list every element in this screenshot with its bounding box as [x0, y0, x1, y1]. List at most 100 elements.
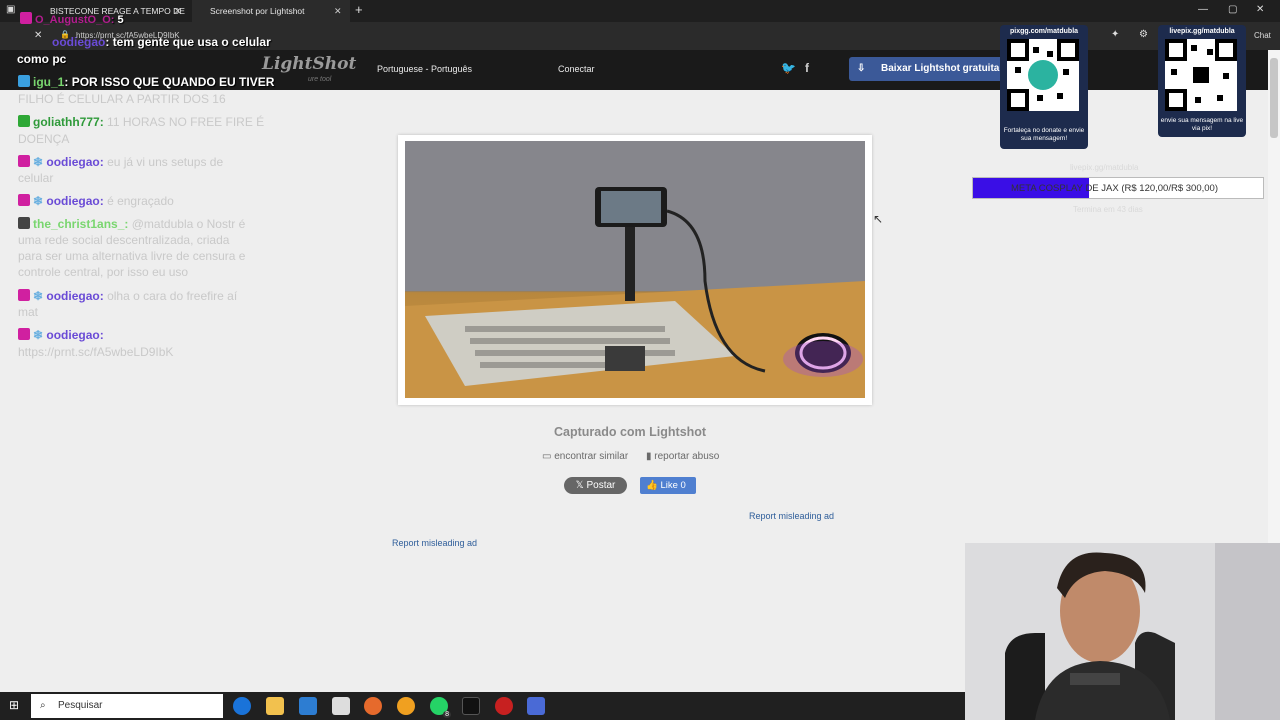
chat-username: goliathh777	[33, 115, 100, 129]
search-placeholder: Pesquisar	[58, 700, 103, 711]
store-icon[interactable]	[299, 697, 317, 715]
maximize-icon[interactable]: ▢	[1228, 4, 1237, 15]
chat-message: ❄ oodiegao:	[18, 328, 104, 342]
download-icon: ⇩	[857, 63, 866, 74]
close-window-icon[interactable]: ✕	[1256, 4, 1264, 15]
webcam-overlay	[965, 543, 1280, 720]
goal-source-label: livepix.gg/matdubla	[1070, 163, 1139, 172]
language-selector[interactable]: Portuguese - Português	[377, 64, 472, 74]
tab-title: Screenshot por Lightshot	[210, 6, 305, 16]
chat-username: oodiegao	[52, 35, 106, 49]
chat-text: 5	[117, 14, 124, 26]
chat-text: eu já vi uns setups de	[107, 155, 224, 169]
minimize-icon[interactable]: —	[1198, 4, 1208, 15]
chat-username: igu_1	[33, 75, 65, 89]
webcam-illustration	[965, 543, 1280, 720]
brave-icon[interactable]	[364, 697, 382, 715]
close-tab-icon[interactable]: ✕	[334, 0, 342, 22]
chat-message: the_christ1ans_: @matdubla o Nostr é	[18, 217, 245, 231]
photo-illustration	[405, 141, 865, 398]
goal-bar: META COSPLAY DE JAX (R$ 120,00/R$ 300,00…	[972, 177, 1264, 199]
whatsapp-icon[interactable]: 8	[430, 697, 451, 718]
chat-username: oodiegao	[46, 194, 100, 208]
qr-card-livepix: livepix.gg/matdubla envie sua mensagem n…	[1158, 25, 1246, 137]
report-ad-link[interactable]: Report misleading ad	[749, 511, 834, 521]
post-button[interactable]: 𝕏 Postar	[564, 477, 627, 494]
chat-username: the_christ1ans_	[33, 217, 125, 231]
snowflake-icon: ❄	[33, 328, 47, 342]
chat-text: mat	[18, 305, 39, 319]
heart-badge-icon	[20, 12, 32, 24]
moderator-badge-icon	[18, 217, 30, 229]
chat-username: oodiegao	[46, 155, 100, 169]
report-abuse-label: reportar abuso	[654, 451, 720, 462]
facebook-icon[interactable]: f	[805, 61, 809, 75]
chat-text: como pc	[17, 52, 67, 66]
windows-menu-icon[interactable]: ▣	[6, 4, 15, 15]
snowflake-icon: ❄	[33, 194, 47, 208]
snowflake-icon: ❄	[33, 289, 47, 303]
chat-text: uma rede social descentralizada, criada	[18, 233, 230, 247]
chat-text: para ser uma alternativa livre de censur…	[18, 249, 246, 263]
tab-lightshot[interactable]: Screenshot por Lightshot ✕	[192, 0, 350, 22]
sub-badge-icon	[18, 75, 30, 87]
heart-badge-icon	[18, 328, 30, 340]
like-button[interactable]: 👍 Like 0	[640, 477, 696, 494]
download-label: Baixar Lightshot gratuita	[881, 63, 1000, 74]
start-icon[interactable]: ⊞	[9, 698, 19, 712]
settings-icon[interactable]: ⚙	[1139, 29, 1148, 40]
chat-message: ❄ oodiegao: eu já vi uns setups de	[18, 155, 223, 169]
scrollbar-thumb[interactable]	[1270, 58, 1278, 138]
chat-text: 11 HORAS NO FREE FIRE É	[107, 115, 265, 129]
screenshot-image[interactable]	[405, 141, 865, 398]
obs-icon[interactable]	[495, 697, 513, 715]
qr-card-caption: Fortaleça no donate e envie sua mensagem…	[1003, 127, 1085, 142]
chat-message: goliathh777: 11 HORAS NO FREE FIRE É	[18, 115, 264, 129]
page-scrollbar[interactable]	[1268, 50, 1280, 543]
chat-message: ❄ oodiegao: é engraçado	[18, 194, 174, 208]
search-icon: ⌕	[40, 700, 46, 711]
close-tab-icon[interactable]: ✕	[174, 0, 182, 22]
report-ad-link[interactable]: Report misleading ad	[392, 538, 477, 548]
snowflake-icon: ❄	[33, 155, 47, 169]
qr-code	[1007, 39, 1079, 111]
taskbar-search[interactable]: ⌕ Pesquisar	[31, 694, 223, 718]
browser-tab-bar: ▣ BISTECONE REAGE A TEMPO DE ✕ Screensho…	[0, 0, 1280, 22]
lightshot-icon[interactable]	[527, 697, 545, 715]
x-icon: 𝕏	[575, 480, 587, 491]
download-button[interactable]: ⇩ Baixar Lightshot gratuita	[849, 57, 1005, 81]
extensions-icon[interactable]: ✦	[1111, 29, 1119, 40]
thumbs-up-icon: 👍	[646, 480, 661, 491]
heart-badge-icon	[18, 155, 30, 167]
heart-badge-icon	[18, 194, 30, 206]
report-abuse-link[interactable]: ▮ reportar abuso	[646, 451, 719, 462]
tiktok-icon[interactable]	[462, 697, 480, 715]
app-icon[interactable]	[332, 697, 350, 715]
chat-username: O_AugustO_O	[35, 14, 111, 26]
chat-message: oodiegao: tem gente que usa o celular	[52, 35, 271, 49]
chat-text: @matdubla o Nostr é	[131, 217, 246, 231]
twitter-icon[interactable]: 🐦	[781, 61, 796, 75]
file-explorer-icon[interactable]	[266, 697, 284, 715]
chat-message: igu_1: POR ISSO QUE QUANDO EU TIVER	[18, 75, 274, 89]
chat-text: POR ISSO QUE QUANDO EU TIVER	[71, 75, 275, 89]
goal-end-label: Termina em 43 dias	[1073, 205, 1143, 214]
back-icon[interactable]: ✕	[34, 30, 42, 41]
chat-text: DOENÇA	[18, 132, 70, 146]
connect-link[interactable]: Conectar	[558, 64, 595, 74]
chat-button[interactable]: Chat	[1254, 31, 1271, 40]
find-similar-link[interactable]: ▭ encontrar similar	[542, 451, 628, 462]
chat-text: olha o cara do freefire aí	[107, 289, 238, 303]
lightshot-logo[interactable]: LightShot	[262, 54, 356, 74]
qr-card-title: pixgg.com/matdubla	[1009, 28, 1079, 35]
logo-subtitle: ure tool	[308, 76, 332, 83]
chat-username: oodiegao	[46, 328, 100, 342]
check-badge-icon	[18, 115, 30, 127]
chat-text: https://prnt.sc/fA5wbeLD9IbK	[18, 345, 174, 359]
chat-username: oodiegao	[46, 289, 100, 303]
qr-code	[1165, 39, 1237, 111]
screenshot-frame	[398, 135, 872, 405]
firefox-icon[interactable]	[397, 697, 415, 715]
edge-icon[interactable]	[233, 697, 251, 715]
new-tab-icon[interactable]: +	[355, 2, 363, 17]
